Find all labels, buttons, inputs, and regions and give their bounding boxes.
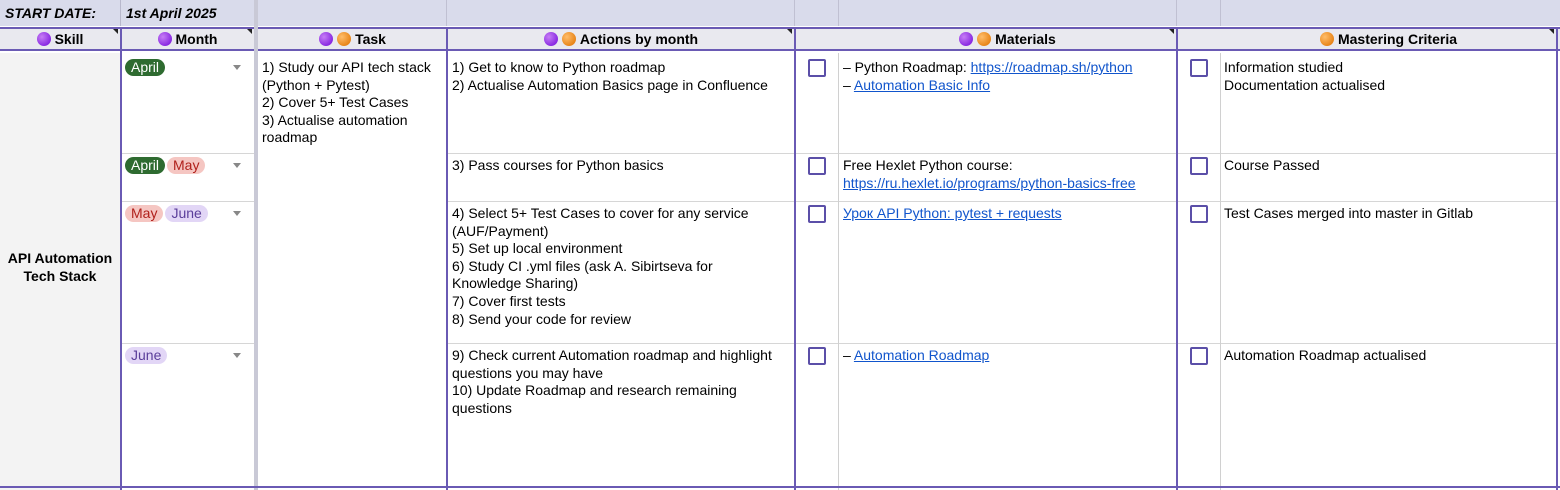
row-divider	[121, 201, 254, 202]
row-divider	[448, 153, 1556, 154]
month-chip: May	[125, 205, 164, 222]
header-month-label: Month	[175, 31, 218, 47]
purple-circle-icon	[543, 32, 558, 46]
column-divider	[120, 0, 121, 26]
column-divider	[838, 53, 839, 490]
criteria-text-row-2[interactable]: Course Passed	[1224, 157, 1554, 175]
orange-circle-icon	[1319, 32, 1334, 46]
dropdown-arrow-icon[interactable]	[233, 65, 241, 70]
dropdown-arrow-icon[interactable]	[233, 211, 241, 216]
orange-circle-icon	[561, 32, 576, 46]
column-divider	[1176, 27, 1178, 490]
header-criteria-label: Mastering Criteria	[1337, 31, 1458, 47]
month-select-row-3[interactable]: May June	[125, 205, 210, 222]
materials-row-1: – Python Roadmap: https://roadmap.sh/pyt…	[843, 59, 1173, 94]
note-corner-icon	[247, 29, 252, 34]
start-date-value[interactable]: 1st April 2025	[121, 0, 254, 26]
start-date-label[interactable]: START DATE:	[0, 0, 120, 26]
column-divider	[794, 0, 795, 26]
header-materials-label: Materials	[995, 31, 1056, 47]
header-materials[interactable]: Materials	[839, 29, 1176, 49]
python-roadmap-link[interactable]: https://roadmap.sh/python	[971, 59, 1133, 75]
purple-circle-icon	[319, 32, 334, 46]
column-divider	[446, 0, 447, 26]
purple-circle-icon	[36, 32, 51, 46]
month-select-row-2[interactable]: April May	[125, 157, 207, 174]
note-corner-icon	[1549, 29, 1554, 34]
pytest-lesson-link[interactable]: Урок API Python: pytest + requests	[843, 205, 1062, 221]
header-skill[interactable]: Skill	[0, 29, 120, 49]
checkbox-icon[interactable]	[1190, 347, 1208, 365]
criteria-text-row-4[interactable]: Automation Roadmap actualised	[1224, 347, 1554, 365]
automation-roadmap-link[interactable]: Automation Roadmap	[854, 347, 989, 363]
header-criteria[interactable]: Mastering Criteria	[1221, 29, 1556, 49]
dropdown-arrow-icon[interactable]	[233, 353, 241, 358]
note-corner-icon	[1169, 29, 1174, 34]
materials-row-3: Урок API Python: pytest + requests	[843, 205, 1173, 223]
frozen-column-divider[interactable]	[254, 0, 258, 490]
column-divider	[120, 27, 122, 490]
checkbox-icon[interactable]	[1190, 205, 1208, 223]
column-divider	[838, 0, 839, 26]
header-actions-label: Actions by month	[579, 31, 699, 47]
column-divider	[1220, 0, 1221, 26]
materials-prefix: Free Hexlet Python course:	[843, 157, 1013, 173]
note-corner-icon	[787, 29, 792, 34]
purple-circle-icon	[157, 32, 172, 46]
column-divider	[794, 27, 796, 490]
row-divider	[121, 343, 254, 344]
header-skill-label: Skill	[54, 31, 84, 47]
orange-circle-icon	[977, 32, 992, 46]
actions-text-row-2[interactable]: 3) Pass courses for Python basics	[452, 157, 792, 175]
month-chip: June	[165, 205, 208, 222]
materials-row-4: – Automation Roadmap	[843, 347, 1173, 365]
criteria-text-row-3[interactable]: Test Cases merged into master in Gitlab	[1224, 205, 1554, 223]
purple-circle-icon	[959, 32, 974, 46]
checkbox-icon[interactable]	[808, 347, 826, 365]
checkbox-icon[interactable]	[808, 157, 826, 175]
automation-basic-info-link[interactable]: Automation Basic Info	[854, 77, 990, 93]
row-divider	[448, 343, 1556, 344]
header-row: Skill Month Task Actions by month Materi…	[0, 27, 1560, 51]
materials-prefix: –	[843, 76, 854, 93]
checkbox-icon[interactable]	[1190, 157, 1208, 175]
column-divider	[446, 27, 448, 490]
table-bottom-border	[0, 486, 1560, 488]
orange-circle-icon	[337, 32, 352, 46]
column-divider	[1556, 27, 1558, 490]
row-divider	[448, 201, 1556, 202]
month-chip: April	[125, 59, 166, 76]
note-corner-icon	[113, 29, 118, 34]
month-chip: April	[125, 157, 166, 174]
skill-text: API Automation Tech Stack	[7, 250, 113, 284]
checkbox-icon[interactable]	[808, 205, 826, 223]
materials-prefix: –	[843, 347, 854, 363]
materials-prefix: – Python Roadmap:	[843, 59, 971, 75]
task-text[interactable]: 1) Study our API tech stack (Python + Py…	[262, 59, 444, 147]
column-divider	[1176, 0, 1177, 26]
dropdown-arrow-icon[interactable]	[233, 163, 241, 168]
header-actions[interactable]: Actions by month	[448, 29, 794, 49]
column-divider	[1220, 53, 1221, 490]
header-task-label: Task	[355, 31, 386, 47]
materials-row-2: Free Hexlet Python course: https://ru.he…	[843, 157, 1173, 192]
hexlet-course-link[interactable]: https://ru.hexlet.io/programs/python-bas…	[843, 175, 1136, 191]
actions-text-row-4[interactable]: 9) Check current Automation roadmap and …	[452, 347, 792, 417]
row-divider	[121, 153, 254, 154]
month-chip: May	[167, 157, 206, 174]
checkbox-icon[interactable]	[808, 59, 826, 77]
month-select-row-4[interactable]: June	[125, 347, 169, 364]
header-task[interactable]: Task	[258, 29, 447, 49]
month-select-row-1[interactable]: April	[125, 59, 167, 76]
actions-text-row-1[interactable]: 1) Get to know to Python roadmap 2) Actu…	[452, 59, 792, 94]
actions-text-row-3[interactable]: 4) Select 5+ Test Cases to cover for any…	[452, 205, 792, 328]
month-chip: June	[125, 347, 168, 364]
checkbox-icon[interactable]	[1190, 59, 1208, 77]
criteria-text-row-1[interactable]: Information studied Documentation actual…	[1224, 59, 1554, 94]
header-month[interactable]: Month	[121, 29, 254, 49]
